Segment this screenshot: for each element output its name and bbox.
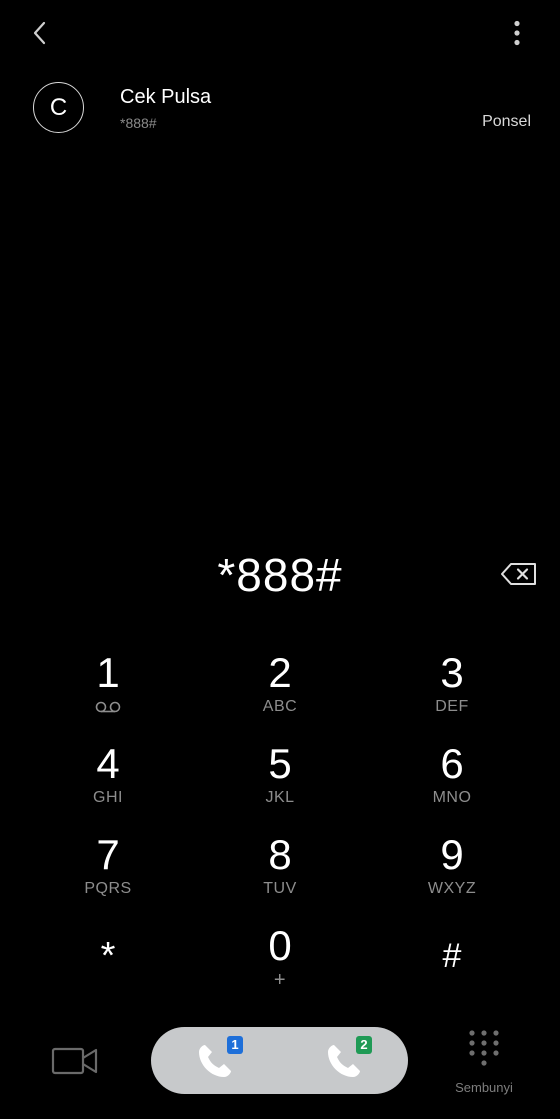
sim2-badge: 2 [356,1035,372,1054]
key-0[interactable]: 0 + [205,923,355,1005]
dialed-number-field[interactable]: *888# [0,545,560,605]
call-sim2-button[interactable]: 2 [280,1027,408,1094]
key-4[interactable]: 4 GHI [33,741,183,823]
hide-keypad-label: Sembunyi [455,1080,513,1095]
key-letters: + [273,969,287,991]
back-button[interactable] [22,16,56,50]
key-hash[interactable]: # [377,933,527,1015]
backspace-button[interactable] [499,560,539,588]
backspace-icon [501,563,536,585]
key-7[interactable]: 7 PQRS [33,832,183,914]
video-call-icon [51,1047,98,1075]
key-5[interactable]: 5 JKL [205,741,355,823]
key-star[interactable]: * [33,933,183,1015]
bottom-action-bar: 1 2 Sembunyi [0,1020,560,1119]
key-letters: PQRS [84,880,132,897]
key-2[interactable]: 2 ABC [205,650,355,732]
key-letters: DEF [435,698,469,715]
key-letters: GHI [93,789,123,806]
key-letters: MNO [432,789,472,806]
key-9[interactable]: 9 WXYZ [377,832,527,914]
key-3[interactable]: 3 DEF [377,650,527,732]
key-digit: 0 [268,922,292,969]
key-digit: 3 [440,649,464,696]
contact-name: Cek Pulsa [120,86,212,108]
hide-keypad-button[interactable]: Sembunyi [448,1028,520,1100]
call-sim1-button[interactable]: 1 [151,1027,279,1094]
key-letters: TUV [263,880,297,897]
key-letters: ABC [262,698,298,715]
key-digit: 2 [268,649,292,696]
key-digit: 7 [96,831,120,878]
key-digit: 9 [440,831,464,878]
key-6[interactable]: 6 MNO [377,741,527,823]
video-call-button[interactable] [50,1044,100,1078]
avatar: C [33,82,84,133]
more-vertical-icon [514,20,520,46]
key-digit: 1 [96,649,120,696]
key-8[interactable]: 8 TUV [205,832,355,914]
key-digit: 4 [96,740,120,787]
sim1-badge: 1 [227,1035,243,1054]
key-1[interactable]: 1 [33,650,183,732]
key-letters: JKL [265,789,295,806]
key-digit: * [100,935,116,977]
key-digit: 5 [268,740,292,787]
voicemail-icon [95,701,121,713]
key-digit: 6 [440,740,464,787]
call-buttons-pill: 1 2 [151,1027,408,1094]
key-digit: # [442,937,462,975]
contact-number: *888# [120,115,157,131]
chevron-left-icon [33,21,46,45]
contact-number-type: Ponsel [482,113,531,130]
dialpad-icon [469,1030,499,1066]
more-options-button[interactable] [500,14,534,52]
contact-suggestion[interactable]: C Cek Pulsa *888# Ponsel [0,78,560,142]
key-letters: WXYZ [427,880,477,897]
top-bar [0,0,560,70]
key-digit: 8 [268,831,292,878]
